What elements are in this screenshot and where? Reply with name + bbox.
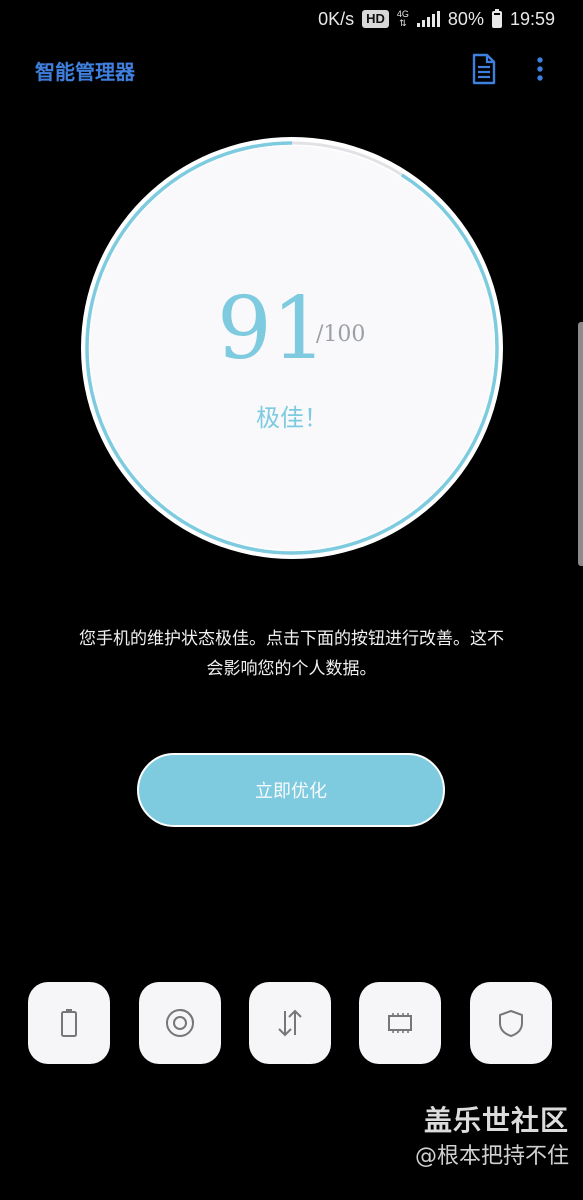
storage-tile[interactable] xyxy=(139,982,221,1064)
edge-panel-handle[interactable] xyxy=(578,322,583,566)
document-icon[interactable] xyxy=(470,52,498,86)
status-bar: 0K/s HD 4G ⇅ 80% 19:59 xyxy=(0,0,583,38)
signal-icon xyxy=(416,11,440,27)
net-speed: 0K/s xyxy=(318,8,355,29)
more-vert-icon[interactable] xyxy=(528,52,552,86)
score-value: 91 xyxy=(217,279,327,379)
score-status: 极佳！ xyxy=(256,404,328,432)
hd-badge: HD xyxy=(362,10,389,28)
description-line-1: 您手机的维护状态极佳。点击下面的按钮进行改善。这不 xyxy=(79,629,504,649)
watermark: 盖乐世社区 @根本把持不住 xyxy=(415,1102,569,1174)
optimize-now-button[interactable]: 立即优化 xyxy=(137,753,445,827)
status-description: 您手机的维护状态极佳。点击下面的按钮进行改善。这不 会影响您的个人数据。 xyxy=(30,624,553,684)
shield-icon xyxy=(499,1010,523,1037)
app-bar: 智能管理器 xyxy=(0,50,583,90)
feature-tiles xyxy=(28,982,555,1066)
battery-icon xyxy=(61,1009,77,1037)
app-title: 智能管理器 xyxy=(35,60,135,84)
battery-status-icon xyxy=(491,8,502,28)
clock: 19:59 xyxy=(509,8,555,29)
score-gauge: 91 /100 极佳！ xyxy=(80,136,504,560)
data-transfer-tile[interactable] xyxy=(249,982,331,1064)
chip-icon xyxy=(388,1013,412,1033)
battery-percent: 80% xyxy=(447,8,484,29)
description-line-2: 会影响您的个人数据。 xyxy=(206,659,377,679)
storage-icon xyxy=(166,1009,194,1037)
watermark-brand: 盖乐世社区 xyxy=(423,1104,569,1137)
score-max: /100 xyxy=(316,322,366,347)
battery-tile[interactable] xyxy=(28,982,110,1064)
memory-transfer-icon xyxy=(278,1009,302,1037)
security-tile[interactable] xyxy=(470,982,552,1064)
network-type-icon: 4G ⇅ xyxy=(396,9,409,28)
memory-tile[interactable] xyxy=(359,982,441,1064)
watermark-user: @根本把持不住 xyxy=(414,1144,569,1169)
